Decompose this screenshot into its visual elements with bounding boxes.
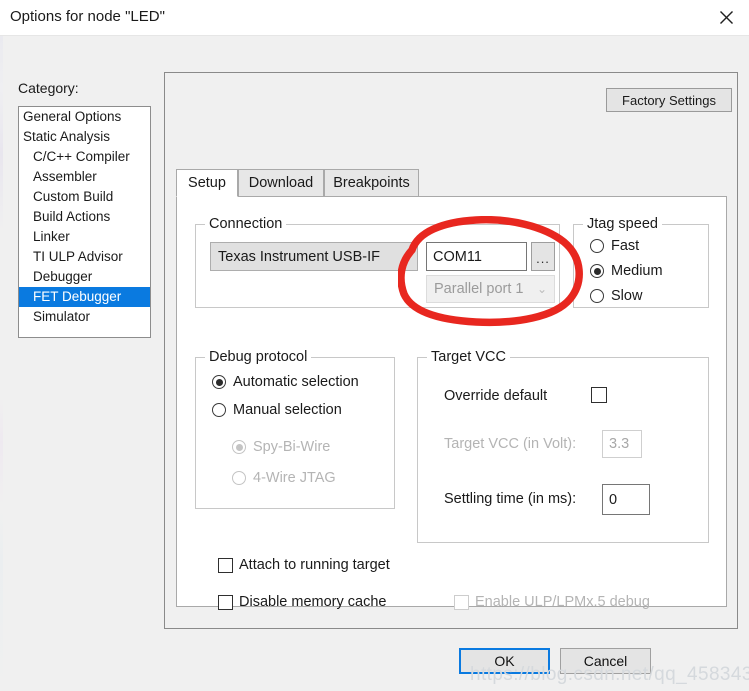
jtag-speed-fast-radio[interactable]: Fast [590,238,639,254]
tab-setup[interactable]: Setup [176,169,238,197]
debug-protocol-spy-bi-wire-label: Spy-Bi-Wire [253,439,331,455]
tab-breakpoints[interactable]: Breakpoints [324,169,419,197]
jtag-speed-group: Jtag speed Fast Medium Slow [573,216,709,308]
radio-icon [212,403,226,417]
settling-time-value: 0 [609,491,618,508]
radio-icon [212,375,226,389]
category-item-static-analysis[interactable]: Static Analysis [19,127,150,147]
debug-protocol-automatic-radio[interactable]: Automatic selection [212,374,359,390]
factory-settings-button[interactable]: Factory Settings [606,88,732,112]
jtag-speed-slow-label: Slow [611,288,643,304]
checkbox-icon [218,594,233,610]
title-bar: Options for node "LED" [0,0,749,36]
debug-protocol-4-wire-jtag-label: 4-Wire JTAG [253,470,336,486]
chevron-down-icon: ⌄ [399,249,411,264]
target-vcc-value: 3.3 [609,436,630,452]
radio-icon [232,471,246,485]
debug-protocol-automatic-label: Automatic selection [233,374,359,390]
jtag-speed-medium-label: Medium [611,263,663,279]
settings-panel: Factory Settings Setup Download Breakpoi… [164,72,738,629]
category-item-linker[interactable]: Linker [19,227,150,247]
category-item-debugger[interactable]: Debugger [19,267,150,287]
settling-time-label: Settling time (in ms): [444,491,577,507]
jtag-speed-fast-label: Fast [611,238,640,254]
override-default-label: Override default [444,388,548,404]
debug-protocol-group-label: Debug protocol [205,349,312,365]
category-item-simulator[interactable]: Simulator [19,307,150,327]
connection-port-input[interactable]: COM11 [426,242,527,271]
checkbox-icon [218,557,233,573]
tab-panel-setup: Connection Texas Instrument USB-IF ⌄ COM… [176,196,727,610]
category-item-general-options[interactable]: General Options [19,107,150,127]
jtag-speed-medium-radio[interactable]: Medium [590,263,663,279]
disable-memory-cache-checkbox[interactable]: Disable memory cache [218,594,386,610]
debug-protocol-manual-label: Manual selection [233,402,342,418]
close-icon[interactable] [703,0,749,35]
enable-ulp-lpmx5-debug-label: Enable ULP/LPMx.5 debug [475,594,650,610]
radio-icon [590,289,604,303]
category-item-assembler[interactable]: Assembler [19,167,150,187]
checkbox-icon [454,594,469,610]
chevron-down-icon: ⌄ [536,282,548,296]
connection-group: Connection Texas Instrument USB-IF ⌄ COM… [195,216,560,308]
attach-to-running-target-label: Attach to running target [239,557,390,573]
tab-download[interactable]: Download [238,169,324,197]
window-left-edge-artifact [0,36,3,691]
category-item-ti-ulp-advisor[interactable]: TI ULP Advisor [19,247,150,267]
radio-icon [590,239,604,253]
connection-driver-value: Texas Instrument USB-IF [218,248,380,265]
connection-group-label: Connection [205,216,287,232]
disable-memory-cache-label: Disable memory cache [239,594,387,610]
debug-protocol-spy-bi-wire-radio: Spy-Bi-Wire [232,439,330,455]
category-list[interactable]: General Options Static Analysis C/C++ Co… [18,106,151,338]
jtag-speed-slow-radio[interactable]: Slow [590,288,642,304]
category-item-fet-debugger[interactable]: FET Debugger [19,287,150,307]
connection-port-value: COM11 [433,248,482,265]
radio-icon [590,264,604,278]
tab-strip: Setup Download Breakpoints [176,169,727,197]
enable-ulp-lpmx5-debug-checkbox: Enable ULP/LPMx.5 debug [454,594,650,610]
category-item-custom-build[interactable]: Custom Build [19,187,150,207]
debug-protocol-4-wire-jtag-radio: 4-Wire JTAG [232,470,336,486]
options-dialog: Options for node "LED" Category: General… [0,0,749,691]
connection-browse-button[interactable]: ... [531,242,555,271]
parallel-port-select: Parallel port 1 ⌄ [426,275,555,303]
target-vcc-group: Target VCC Override default Target VCC (… [417,349,709,543]
category-item-build-actions[interactable]: Build Actions [19,207,150,227]
connection-driver-select[interactable]: Texas Instrument USB-IF ⌄ [210,242,418,271]
window-title: Options for node "LED" [10,8,165,25]
target-vcc-input: 3.3 [602,430,642,458]
target-vcc-group-label: Target VCC [427,349,510,365]
settling-time-input[interactable]: 0 [602,484,650,515]
parallel-port-value: Parallel port 1 [434,281,524,297]
debug-protocol-manual-radio[interactable]: Manual selection [212,402,342,418]
override-default-checkbox[interactable] [591,387,607,403]
category-label: Category: [18,80,79,96]
attach-to-running-target-checkbox[interactable]: Attach to running target [218,557,390,573]
jtag-speed-group-label: Jtag speed [583,216,662,232]
debug-protocol-group: Debug protocol Automatic selection Manua… [195,349,395,509]
watermark-text: https://blog.csdn.net/qq_45834390 [470,664,749,685]
category-item-c-cpp-compiler[interactable]: C/C++ Compiler [19,147,150,167]
target-vcc-label: Target VCC (in Volt): [444,436,577,452]
radio-icon [232,440,246,454]
